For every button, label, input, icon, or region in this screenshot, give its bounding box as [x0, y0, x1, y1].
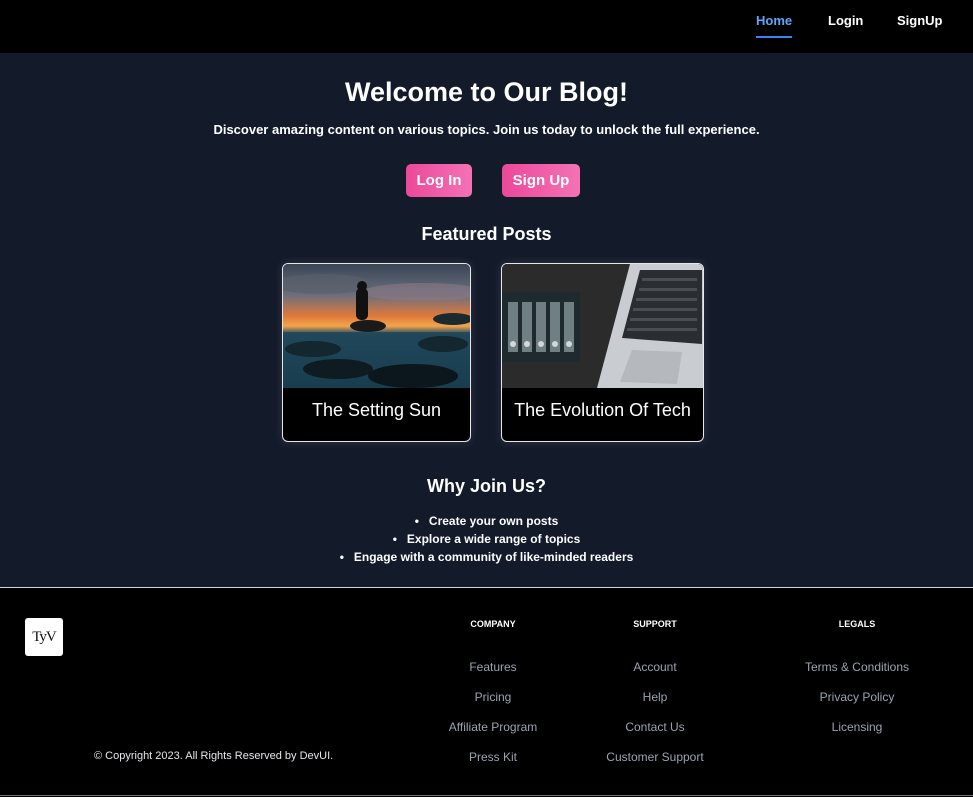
- copyright-text: © Copyright 2023. All Rights Reserved by…: [94, 750, 334, 762]
- footer-link-contact[interactable]: Contact Us: [595, 720, 715, 750]
- footer-link-customer-support[interactable]: Customer Support: [595, 750, 715, 780]
- footer-heading-company: COMPANY: [470, 619, 516, 629]
- footer-heading-support: SUPPORT: [633, 619, 677, 629]
- footer-link-privacy[interactable]: Privacy Policy: [787, 690, 927, 720]
- post-title: The Setting Sun: [311, 400, 442, 420]
- footer-link-features[interactable]: Features: [433, 660, 553, 690]
- why-join-title: Why Join Us?: [426, 476, 546, 496]
- nav-home-link[interactable]: Home: [756, 13, 793, 38]
- main-content: Welcome to Our Blog! Discover amazing co…: [0, 53, 973, 587]
- navbar: Home Login SignUp: [0, 0, 973, 53]
- login-button[interactable]: Log In: [406, 164, 472, 197]
- hero-title: Welcome to Our Blog!: [344, 77, 628, 107]
- footer-link-press-kit[interactable]: Press Kit: [433, 750, 553, 780]
- benefit-item: Explore a wide range of topics: [0, 530, 973, 548]
- benefits-list: Create your own posts Explore a wide ran…: [0, 512, 973, 566]
- footer-link-account[interactable]: Account: [595, 660, 715, 690]
- footer-bottom-divider: [0, 795, 973, 796]
- footer-column-legals: LEGALS Terms & Conditions Privacy Policy…: [787, 618, 927, 750]
- nav-signup-link[interactable]: SignUp: [897, 13, 943, 36]
- footer-column-support: SUPPORT Account Help Contact Us Customer…: [595, 618, 715, 780]
- footer-column-company: COMPANY Features Pricing Affiliate Progr…: [433, 618, 553, 780]
- post-image-sunset: [283, 264, 470, 388]
- featured-posts-title: Featured Posts: [421, 224, 552, 244]
- footer-heading-legals: LEGALS: [838, 619, 876, 629]
- signup-button[interactable]: Sign Up: [502, 164, 580, 197]
- footer-link-help[interactable]: Help: [595, 690, 715, 720]
- nav-login-link[interactable]: Login: [828, 13, 863, 36]
- post-card-setting-sun[interactable]: The Setting Sun: [282, 263, 471, 442]
- hero-subtitle: Discover amazing content on various topi…: [213, 122, 760, 137]
- footer-link-affiliate[interactable]: Affiliate Program: [433, 720, 553, 750]
- post-image-laptop: [502, 264, 703, 388]
- footer-link-licensing[interactable]: Licensing: [787, 720, 927, 750]
- footer: TyV © Copyright 2023. All Rights Reserve…: [0, 588, 973, 797]
- post-card-evolution-tech[interactable]: The Evolution Of Tech: [501, 263, 704, 442]
- footer-link-terms[interactable]: Terms & Conditions: [787, 660, 927, 690]
- post-title: The Evolution Of Tech: [514, 400, 691, 420]
- benefit-item: Engage with a community of like-minded r…: [0, 548, 973, 566]
- brand-logo[interactable]: TyV: [25, 618, 63, 656]
- footer-link-pricing[interactable]: Pricing: [433, 690, 553, 720]
- benefit-item: Create your own posts: [0, 512, 973, 530]
